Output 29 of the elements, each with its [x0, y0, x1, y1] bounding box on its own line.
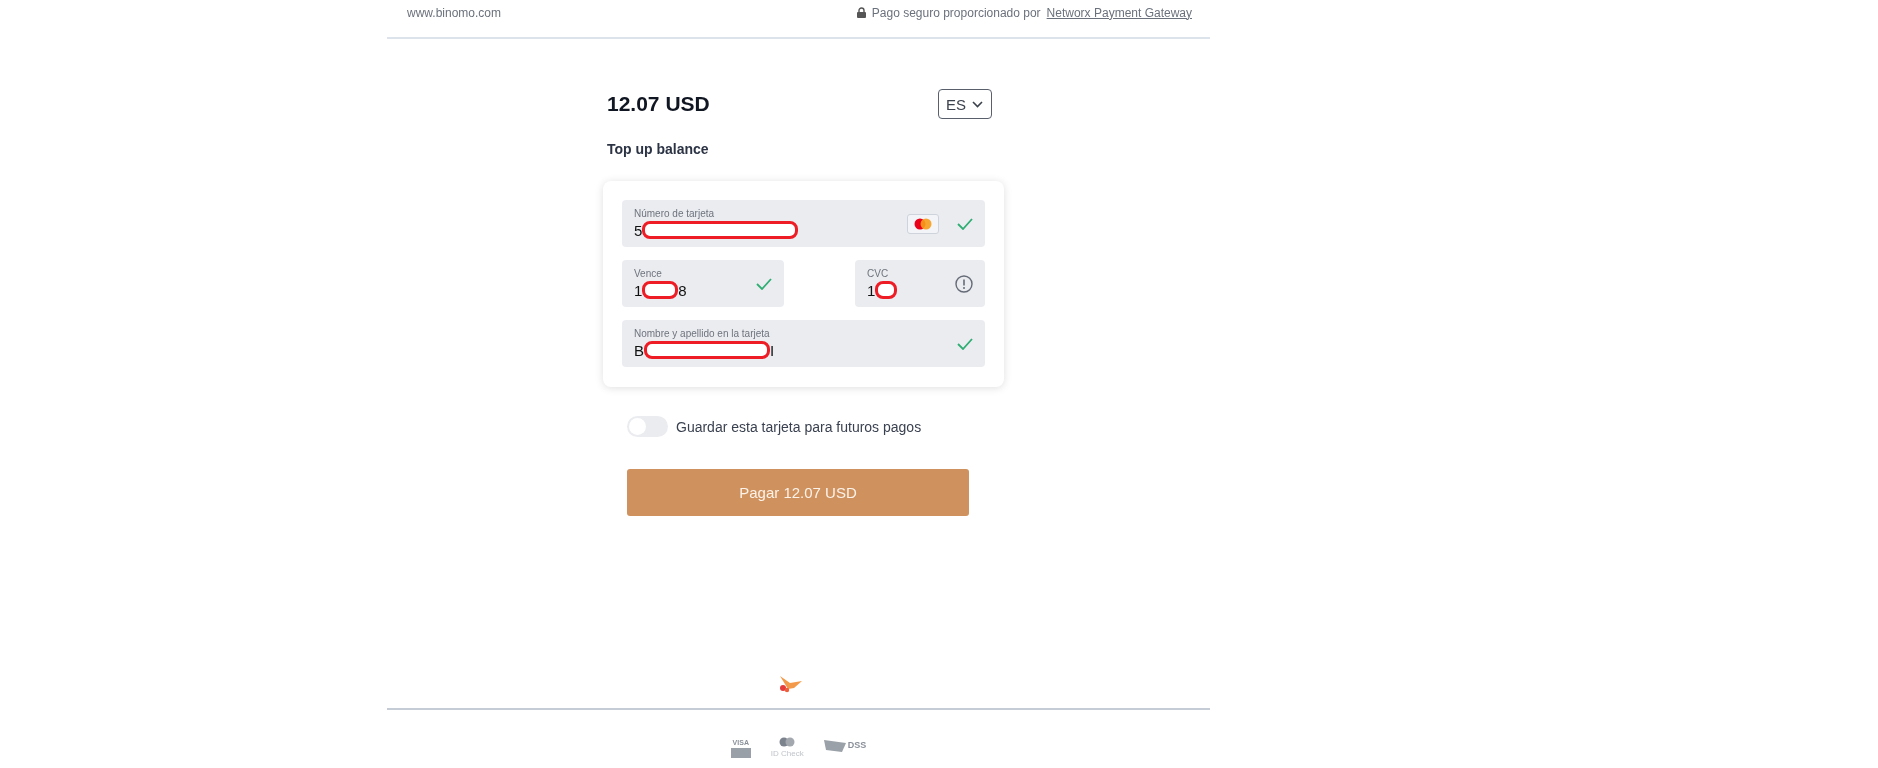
- field-label: CVC: [867, 268, 890, 279]
- field-value: B: [634, 341, 644, 359]
- input-field[interactable]: Nombre y apellido en la tarjeta B I: [622, 320, 985, 367]
- toggle-label: Guardar esta tarjeta para futuros pagos: [676, 418, 922, 435]
- dss-text: DSS: [847, 740, 867, 750]
- amount: 12.07 USD: [607, 92, 710, 116]
- field-value: 5: [634, 221, 643, 239]
- card-brand-icon: [907, 213, 939, 234]
- secure-badge-icon: [730, 748, 751, 758]
- pci-logo-icon: [823, 738, 846, 752]
- field-value: 8: [678, 281, 687, 299]
- field-label: Vence: [634, 268, 663, 279]
- lock-icon: [856, 7, 866, 18]
- input-field[interactable]: Vence 1 8: [622, 260, 784, 307]
- input-field[interactable]: CVC 1: [855, 260, 985, 307]
- circles-logo-icon: [779, 737, 796, 747]
- payment-description: Top up balance: [607, 141, 710, 157]
- chevron-down-icon: [972, 100, 983, 108]
- input-field[interactable]: Número de tarjeta 5: [622, 200, 985, 247]
- bird-logo-icon: [778, 676, 802, 694]
- language-select[interactable]: ES: [938, 89, 992, 119]
- secure-payment-text: Pago seguro proporcionado por: [871, 5, 1041, 20]
- provider-link[interactable]: Networx Payment Gateway: [1046, 5, 1192, 20]
- field-label: Nombre y apellido en la tarjeta: [634, 328, 771, 339]
- field-value: 1: [634, 281, 643, 299]
- site-url: www.binomo.com: [407, 5, 502, 20]
- field-value: I: [770, 341, 775, 359]
- field-value: 1: [867, 281, 876, 299]
- field-label: Número de tarjeta: [634, 208, 716, 219]
